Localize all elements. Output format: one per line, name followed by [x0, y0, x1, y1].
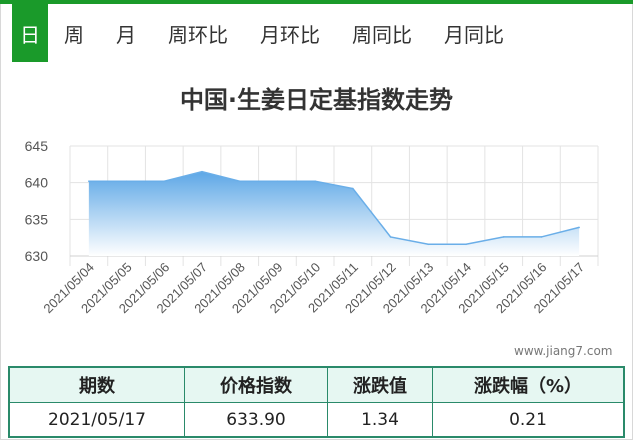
tab-week-year-on-year[interactable]: 周同比 [336, 4, 428, 62]
header-change-value: 涨跌值 [327, 366, 433, 403]
data-point [540, 236, 543, 238]
summary-table: 期数 价格指数 涨跌值 涨跌幅（%） 2021/05/17 633.90 1.3… [8, 366, 625, 438]
y-tick-label: 640 [25, 175, 49, 191]
summary-row: 2021/05/17 633.90 1.34 0.21 [8, 402, 625, 438]
data-point [163, 180, 166, 182]
cell-change-value: 1.34 [327, 402, 433, 438]
cell-change-percent: 0.21 [432, 402, 625, 438]
header-period: 期数 [8, 366, 185, 403]
watermark: www.jiang7.com [514, 344, 613, 358]
data-point [427, 243, 430, 246]
summary-header-row: 期数 价格指数 涨跌值 涨跌幅（%） [8, 366, 625, 403]
period-tabs: 日 周 月 周环比 月环比 周同比 月同比 [12, 4, 627, 62]
header-price-index: 价格指数 [184, 366, 328, 403]
cell-period: 2021/05/17 [8, 402, 185, 438]
tab-week-on-week[interactable]: 周环比 [152, 4, 244, 62]
cell-price-index: 633.90 [184, 402, 328, 438]
data-point [201, 170, 203, 173]
chart-title: 中国·生姜日定基指数走势 [179, 86, 454, 114]
y-tick-label: 645 [25, 138, 49, 154]
y-tick-label: 630 [25, 248, 49, 264]
header-change-percent: 涨跌幅（%） [432, 366, 625, 403]
data-point [502, 236, 505, 238]
data-point [276, 180, 279, 182]
price-index-chart: 630635640645 2021/05/042021/05/052021/05… [25, 138, 599, 316]
data-point [238, 180, 241, 182]
data-point [578, 226, 580, 229]
tab-day[interactable]: 日 [12, 4, 48, 62]
tab-month[interactable]: 月 [100, 4, 152, 62]
data-point [389, 236, 392, 238]
data-point [314, 180, 316, 182]
y-tick-label: 635 [25, 211, 49, 227]
data-point [352, 187, 354, 190]
data-point [125, 180, 128, 182]
tab-month-on-month[interactable]: 月环比 [244, 4, 336, 62]
tab-week[interactable]: 周 [48, 4, 100, 62]
tab-month-year-on-year[interactable]: 月同比 [428, 4, 520, 62]
data-point [88, 180, 90, 182]
data-point [465, 243, 467, 246]
